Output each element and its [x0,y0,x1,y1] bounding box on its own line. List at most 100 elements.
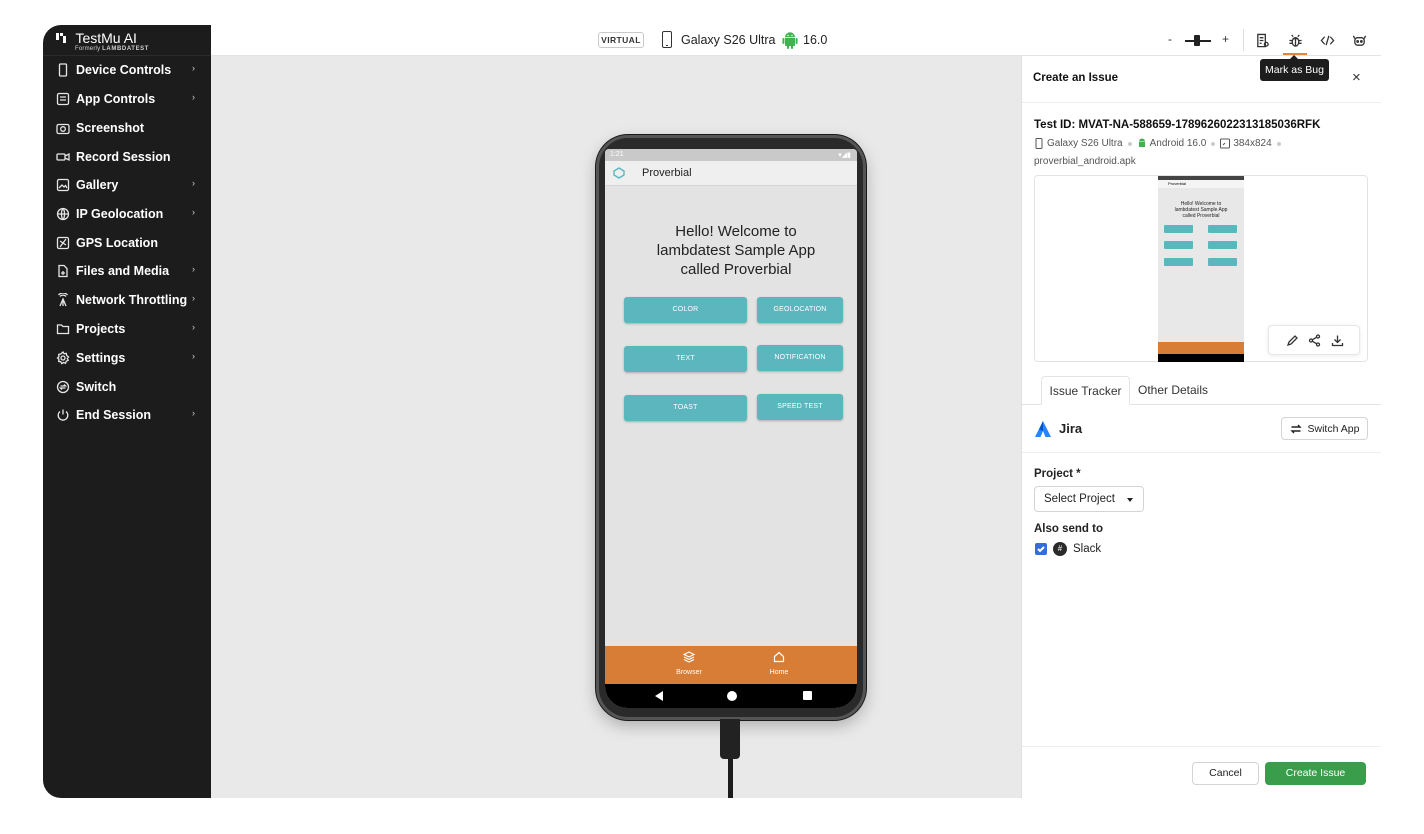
phone-icon [1035,138,1043,149]
home-nav-icon[interactable] [727,691,737,701]
brand-name: TestMu AI [75,30,137,46]
zoom-out-button[interactable]: - [1168,32,1172,46]
mark-as-bug-button[interactable] [1285,30,1305,50]
inspector-button[interactable] [1317,30,1337,50]
sidebar-item-projects[interactable]: Projects › [43,317,211,341]
sidebar-item-label: Device Controls [76,63,172,77]
sidebar-item-gallery[interactable]: Gallery › [43,173,211,197]
sidebar: TestMu AI Formerly LAMBDATEST Device Con… [43,25,211,798]
notification-button[interactable]: NOTIFICATION [757,345,843,371]
speed-test-button[interactable]: SPEED TEST [757,394,843,420]
sidebar-item-gps-location[interactable]: GPS Location [43,231,211,255]
device-frame: 1:21 ▾◢▮ Proverbial Hello! Welcome to la… [596,135,866,720]
back-nav-icon[interactable] [655,691,663,701]
logs-icon [1256,33,1269,47]
chevron-right-icon: › [192,293,195,303]
welcome-text: Hello! Welcome to lambdatest Sample App … [656,223,816,278]
home-icon [773,651,785,663]
check-icon [1037,546,1045,553]
sidebar-item-files-and-media[interactable]: Files and Media › [43,259,211,283]
zoom-in-button[interactable]: + [1222,32,1229,46]
toast-button[interactable]: TOAST [624,395,747,421]
slack-label: Slack [1073,543,1102,555]
create-issue-button[interactable]: Create Issue [1265,762,1366,785]
app-title: Proverbial [642,167,692,179]
tab-other-details[interactable]: Other Details [1134,376,1212,405]
video-icon [56,150,70,164]
pencil-icon [1286,335,1298,347]
sidebar-item-label: Network Throttling [76,293,188,307]
screenshot-preview: Proverbial Hello! Welcome to lambdatest … [1034,175,1368,362]
chevron-right-icon: › [192,63,195,73]
top-toolbar: VIRTUAL Galaxy S26 Ultra 16.0 - + [211,25,1381,56]
bug-icon [1288,33,1302,47]
project-label: Project * [1034,468,1081,480]
gallery-icon [56,178,70,192]
app-grid-icon [56,92,70,106]
sidebar-item-settings[interactable]: Settings › [43,346,211,370]
status-icons: ▾◢▮ [838,152,851,159]
virtual-badge: VIRTUAL [598,32,644,48]
also-send-to-label: Also send to [1034,523,1104,535]
sidebar-item-device-controls[interactable]: Device Controls › [43,58,211,82]
sidebar-item-label: Files and Media [76,264,170,278]
ai-assistant-button[interactable] [1349,30,1369,50]
chevron-right-icon: › [192,178,195,188]
sidebar-item-end-session[interactable]: End Session › [43,403,211,427]
app-window: TestMu AI Formerly LAMBDATEST Device Con… [43,25,1381,798]
sidebar-item-label: Settings [76,351,126,365]
sidebar-item-network-throttling[interactable]: Network Throttling › [43,288,211,312]
bottom-nav-browser[interactable]: Browser [659,649,719,676]
sidebar-item-app-controls[interactable]: App Controls › [43,87,211,111]
antenna-icon [56,293,70,307]
usb-cable-connector [720,719,740,759]
sidebar-item-record-session[interactable]: Record Session [43,145,211,169]
share-button[interactable] [1308,334,1322,348]
sidebar-item-label: Record Session [76,150,171,164]
sidebar-item-label: Switch [76,380,117,394]
android-system-nav [605,684,857,708]
device-screen[interactable]: 1:21 ▾◢▮ Proverbial Hello! Welcome to la… [605,149,857,708]
text-button[interactable]: TEXT [624,346,747,372]
resolution-icon [1220,138,1231,149]
file-icon [56,264,70,278]
sidebar-item-ip-geolocation[interactable]: IP Geolocation › [43,202,211,226]
android-icon [782,32,798,49]
caret-down-icon [1127,498,1133,502]
power-icon [56,408,70,422]
preview-screenshot: Proverbial Hello! Welcome to lambdatest … [1158,176,1244,362]
robot-icon [1352,35,1366,46]
recents-nav-icon[interactable] [803,691,812,700]
zoom-slider-thumb[interactable] [1194,35,1200,46]
project-select[interactable]: Select Project [1034,486,1144,512]
download-button[interactable] [1331,334,1345,348]
chevron-right-icon: › [192,92,195,102]
apk-name: proverbial_android.apk [1034,156,1136,167]
sidebar-item-screenshot[interactable]: Screenshot [43,116,211,140]
color-button[interactable]: COLOR [624,297,747,323]
edit-button[interactable] [1286,334,1300,348]
chevron-right-icon: › [192,351,195,361]
logs-button[interactable] [1252,30,1272,50]
geolocation-button[interactable]: GEOLOCATION [757,297,843,323]
code-icon [1320,35,1334,45]
switch-app-button[interactable]: Switch App [1281,417,1368,440]
tab-issue-tracker[interactable]: Issue Tracker [1041,376,1130,405]
app-bottom-nav: Browser Home [605,646,857,684]
swap-icon [1289,424,1302,433]
chevron-right-icon: › [192,264,195,274]
test-id: Test ID: MVAT-NA-588659-1789626022313185… [1034,119,1321,131]
app-bar: Proverbial [605,161,857,186]
slack-checkbox[interactable] [1035,543,1047,555]
panel-title: Create an Issue [1033,72,1119,84]
testmu-logo-icon [56,33,66,43]
close-icon[interactable]: × [1352,69,1361,86]
preview-welcome: Hello! Welcome to lambdatest Sample App … [1174,201,1228,219]
cancel-button[interactable]: Cancel [1192,762,1259,785]
os-version: 16.0 [803,33,828,47]
globe-icon [56,207,70,221]
panel-tabs: Issue Tracker Other Details [1022,376,1381,405]
share-icon [1308,334,1321,347]
sidebar-item-switch[interactable]: Switch [43,375,211,399]
bottom-nav-home[interactable]: Home [749,649,809,676]
